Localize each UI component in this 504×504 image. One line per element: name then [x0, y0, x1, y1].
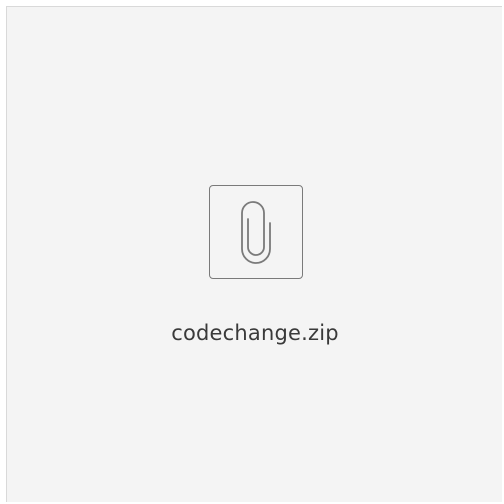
attachment-icon-box — [209, 185, 303, 279]
attachment-preview-card[interactable]: codechange.zip — [6, 6, 502, 502]
attachment-file-name[interactable]: codechange.zip — [7, 321, 503, 345]
paperclip-icon — [241, 201, 271, 264]
